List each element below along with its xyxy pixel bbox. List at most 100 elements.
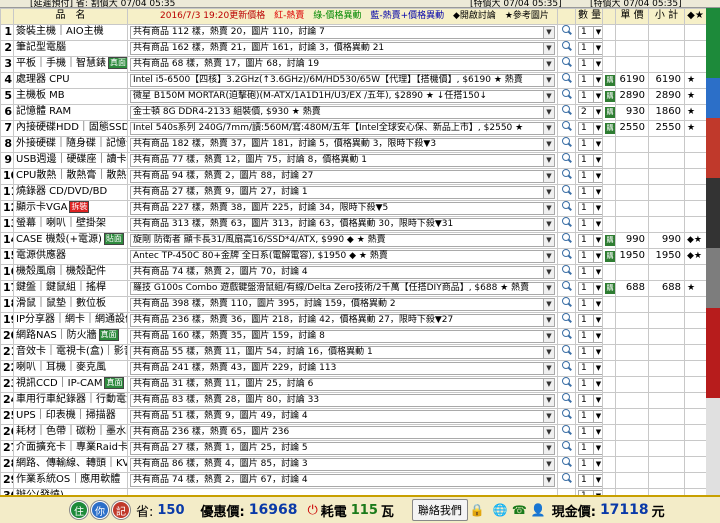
- category-cell[interactable]: 燒錄器 CD/DVD/BD: [13, 183, 128, 201]
- product-select[interactable]: 微星 B150M MORTAR(迫擊砲)(M-ATX/1A1D1H/U3/EX …: [130, 89, 555, 103]
- search-icon[interactable]: [561, 441, 572, 451]
- category-name[interactable]: 螢幕｜喇叭｜壁掛架: [16, 218, 106, 229]
- chevron-down-icon[interactable]: ▼: [593, 234, 602, 246]
- category-name[interactable]: 處理器 CPU: [16, 74, 70, 85]
- product-select[interactable]: 共有商品 236 樣，熱賣 36，圖片 218，討論 42，價格異動 27，限時…: [130, 313, 555, 327]
- quantity-select[interactable]: 1▼: [578, 409, 602, 423]
- cart-icon[interactable]: 購: [605, 75, 615, 87]
- product-select[interactable]: 共有商品 313 樣，熱賣 63，圖片 313，討論 63，價格異動 30，限時…: [130, 217, 555, 231]
- chevron-down-icon[interactable]: ▼: [543, 426, 554, 438]
- chevron-down-icon[interactable]: ▼: [543, 282, 554, 294]
- quantity-select[interactable]: 1▼: [578, 185, 602, 199]
- category-cell[interactable]: 音效卡｜電視卡(盒)｜影音: [13, 343, 128, 361]
- search-icon[interactable]: [561, 297, 572, 307]
- quantity-select[interactable]: 1▼: [578, 41, 602, 55]
- chevron-down-icon[interactable]: ▼: [593, 378, 602, 390]
- quantity-select[interactable]: 1▼: [578, 217, 602, 231]
- chevron-down-icon[interactable]: ▼: [543, 378, 554, 390]
- header-open-compare[interactable]: ◆開啟討論: [453, 11, 496, 21]
- chevron-down-icon[interactable]: ▼: [593, 58, 602, 70]
- product-select[interactable]: 共有商品 86 樣，熱賣 4，圖片 85，討論 3 ▼: [130, 457, 555, 471]
- product-select[interactable]: Antec TP-450C 80+金牌 全日系(電解電容), $1950 ◆ ★…: [130, 249, 555, 263]
- search-icon[interactable]: [561, 185, 572, 195]
- category-cell[interactable]: CASE 機殼(+電源) 貼面: [13, 231, 128, 249]
- category-cell[interactable]: 電源供應器: [13, 247, 128, 265]
- category-name[interactable]: 內接硬碟HDD｜固態SSD: [16, 122, 127, 133]
- chevron-down-icon[interactable]: ▼: [543, 138, 554, 150]
- chevron-down-icon[interactable]: ▼: [593, 186, 602, 198]
- category-cell[interactable]: 處理器 CPU: [13, 71, 128, 89]
- quantity-select[interactable]: 1▼: [578, 457, 602, 471]
- search-icon[interactable]: [561, 41, 572, 51]
- chevron-down-icon[interactable]: ▼: [543, 74, 554, 86]
- chevron-down-icon[interactable]: ▼: [593, 170, 602, 182]
- chevron-down-icon[interactable]: ▼: [543, 474, 554, 486]
- search-icon[interactable]: [561, 313, 572, 323]
- product-select[interactable]: Intel i5-6500【四核】3.2GHz(↑3.6GHz)/6M/HD53…: [130, 73, 555, 87]
- chevron-down-icon[interactable]: ▼: [593, 202, 602, 214]
- chevron-down-icon[interactable]: ▼: [593, 250, 602, 262]
- quantity-select[interactable]: 1▼: [578, 297, 602, 311]
- chevron-down-icon[interactable]: ▼: [543, 442, 554, 454]
- product-select[interactable]: 共有商品 27 樣，熱賣 9，圖片 27，討論 1 ▼: [130, 185, 555, 199]
- category-name[interactable]: 機殼風扇｜機殼配件: [16, 266, 106, 277]
- product-select[interactable]: 共有商品 77 樣，熱賣 12，圖片 75，討論 8，價格異動 1 ▼: [130, 153, 555, 167]
- quantity-select[interactable]: 1▼: [578, 393, 602, 407]
- footer-circle-blue-icon[interactable]: 你: [91, 501, 109, 519]
- chevron-down-icon[interactable]: ▼: [593, 346, 602, 358]
- quantity-select[interactable]: 1▼: [578, 425, 602, 439]
- category-cell[interactable]: 簽裝主機｜AIO主機: [13, 23, 128, 41]
- search-icon[interactable]: [561, 25, 572, 35]
- chevron-down-icon[interactable]: ▼: [543, 298, 554, 310]
- category-name[interactable]: 網路、傳輸線、轉頭｜KVM: [16, 458, 127, 469]
- chevron-down-icon[interactable]: ▼: [593, 458, 602, 470]
- category-cell[interactable]: 螢幕｜喇叭｜壁掛架: [13, 215, 128, 233]
- quantity-select[interactable]: 1▼: [578, 73, 602, 87]
- footer-circle-green-icon[interactable]: 住: [70, 501, 88, 519]
- chevron-down-icon[interactable]: ▼: [593, 298, 602, 310]
- category-cell[interactable]: CPU散熱｜散熱膏｜散熱墊: [13, 167, 128, 185]
- category-name[interactable]: 電源供應器: [16, 250, 66, 261]
- chevron-down-icon[interactable]: ▼: [543, 394, 554, 406]
- quantity-select[interactable]: 1▼: [578, 473, 602, 487]
- category-name[interactable]: 顯示卡VGA: [16, 202, 67, 213]
- category-name[interactable]: 鍵盤｜鍵鼠組｜搖桿: [16, 282, 106, 293]
- category-name[interactable]: 耗材｜色帶｜碳粉｜墨水匣: [16, 426, 127, 437]
- chevron-down-icon[interactable]: ▼: [543, 362, 554, 374]
- chevron-down-icon[interactable]: ▼: [593, 122, 602, 134]
- category-cell[interactable]: 平板｜手機｜智慧錶 真面: [13, 55, 128, 73]
- category-cell[interactable]: 記憶體 RAM: [13, 103, 128, 121]
- chevron-down-icon[interactable]: ▼: [543, 234, 554, 246]
- cart-icon[interactable]: 購: [605, 235, 615, 247]
- search-icon[interactable]: [561, 105, 572, 115]
- chevron-down-icon[interactable]: ▼: [593, 42, 602, 54]
- search-icon[interactable]: [561, 169, 572, 179]
- quantity-select[interactable]: 1▼: [578, 121, 602, 135]
- quantity-select[interactable]: 1▼: [578, 329, 602, 343]
- quantity-select[interactable]: 1▼: [578, 265, 602, 279]
- category-cell[interactable]: UPS｜印表機｜掃描器: [13, 407, 128, 425]
- category-cell[interactable]: 顯示卡VGA 拆裝: [13, 199, 128, 217]
- category-cell[interactable]: 外接硬碟｜隨身碟｜記憶卡: [13, 135, 128, 153]
- quantity-select[interactable]: 2 ▼: [578, 105, 602, 119]
- chevron-down-icon[interactable]: ▼: [543, 26, 554, 38]
- category-name[interactable]: IP分享器｜網卡｜網通設備: [16, 314, 127, 325]
- quantity-select[interactable]: 1▼: [578, 233, 602, 247]
- category-name[interactable]: UPS｜印表機｜掃描器: [16, 410, 116, 421]
- chevron-down-icon[interactable]: ▼: [593, 218, 602, 230]
- globe-icon[interactable]: 🌐: [493, 503, 508, 517]
- product-select[interactable]: 共有商品 398 樣，熱賣 110，圖片 395，討論 159，價格異動 2 ▼: [130, 297, 555, 311]
- product-select[interactable]: 共有商品 236 樣，熱賣 65，圖片 236 ▼: [130, 425, 555, 439]
- product-select[interactable]: 共有商品 31 樣，熱賣 11，圖片 25，討論 6 ▼: [130, 377, 555, 391]
- category-name[interactable]: 平板｜手機｜智慧錶: [16, 58, 106, 69]
- search-icon[interactable]: [561, 473, 572, 483]
- chevron-down-icon[interactable]: ▼: [593, 330, 602, 342]
- category-name[interactable]: CPU散熱｜散熱膏｜散熱墊: [16, 170, 127, 181]
- chevron-down-icon[interactable]: ▼: [593, 474, 602, 486]
- quantity-select[interactable]: 1▼: [578, 153, 602, 167]
- quantity-select[interactable]: 1▼: [578, 361, 602, 375]
- search-icon[interactable]: [561, 265, 572, 275]
- search-icon[interactable]: [561, 409, 572, 419]
- search-icon[interactable]: [561, 425, 572, 435]
- search-icon[interactable]: [561, 249, 572, 259]
